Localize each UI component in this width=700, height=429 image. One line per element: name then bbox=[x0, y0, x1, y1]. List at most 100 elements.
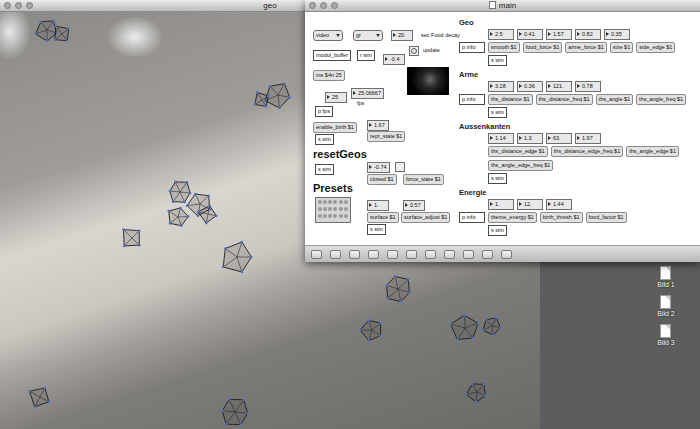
toolbar-button[interactable] bbox=[425, 250, 436, 259]
message-box[interactable]: arme_force $1 bbox=[565, 42, 606, 53]
number-row: 2.50.411.570.820.35 bbox=[488, 29, 695, 40]
toolbar-button[interactable] bbox=[330, 250, 341, 259]
number-box[interactable]: 2.5 bbox=[488, 29, 514, 40]
message-box[interactable]: ths_distance_edge $1 bbox=[488, 146, 548, 157]
message-box[interactable]: food_force $1 bbox=[523, 42, 563, 53]
message-box[interactable]: ths_angle_edge_freq $1 bbox=[488, 160, 553, 171]
toolbar-button[interactable] bbox=[501, 250, 512, 259]
number-box[interactable]: 121. bbox=[546, 81, 572, 92]
number-box[interactable]: -0.4 bbox=[383, 54, 405, 65]
preset-slot[interactable] bbox=[339, 207, 343, 211]
window-button[interactable] bbox=[4, 2, 11, 9]
message-box[interactable]: ths_distance $1 bbox=[488, 94, 533, 105]
number-box[interactable]: 0.82 bbox=[575, 29, 601, 40]
desktop-item[interactable]: Bild 3 bbox=[657, 324, 675, 347]
message-box[interactable]: force_state $1 bbox=[403, 174, 444, 185]
umenu-dropdown[interactable]: gr bbox=[353, 30, 383, 41]
preset-slot[interactable] bbox=[339, 200, 343, 204]
toolbar-button[interactable] bbox=[349, 250, 360, 259]
message-box[interactable]: side_edge $1 bbox=[636, 42, 675, 53]
message-box[interactable]: ths_angle_freq $1 bbox=[636, 94, 686, 105]
number-box[interactable]: 1.14 bbox=[488, 133, 514, 144]
window-button[interactable] bbox=[15, 2, 22, 9]
number-box[interactable]: 63. bbox=[546, 133, 572, 144]
message-box[interactable]: surface $1 bbox=[367, 212, 399, 223]
desktop-item[interactable]: Bild 1 bbox=[657, 266, 675, 289]
message-box[interactable]: ths_angle $1 bbox=[596, 94, 634, 105]
section-title: Arme bbox=[459, 70, 695, 79]
toolbar-button[interactable] bbox=[387, 250, 398, 259]
geo-shape bbox=[221, 398, 249, 426]
geo-shape bbox=[28, 387, 50, 408]
number-box[interactable]: 0.35 bbox=[604, 29, 630, 40]
toggle-box[interactable] bbox=[395, 162, 405, 172]
toolbar-button[interactable] bbox=[482, 250, 493, 259]
preset-slot[interactable] bbox=[344, 207, 348, 211]
number-box[interactable]: 1.57 bbox=[546, 29, 572, 40]
number-box[interactable]: 1.67 bbox=[367, 120, 389, 131]
desktop-icons: Bild 1 Bild 2 Bild 3 bbox=[644, 266, 688, 347]
message-box[interactable]: enable_birth $1 bbox=[313, 122, 357, 133]
umenu-dropdown[interactable]: video bbox=[313, 30, 343, 41]
number-box[interactable]: 25.06667 bbox=[351, 88, 384, 99]
preset-grid[interactable] bbox=[315, 197, 351, 223]
preset-slot[interactable] bbox=[318, 207, 322, 211]
message-box[interactable]: theme_energy $1 bbox=[488, 212, 537, 223]
toolbar-button[interactable] bbox=[406, 250, 417, 259]
preset-slot[interactable] bbox=[339, 214, 343, 218]
preset-slot[interactable] bbox=[323, 214, 327, 218]
preset-slot[interactable] bbox=[318, 214, 322, 218]
number-box[interactable]: 25 bbox=[325, 92, 347, 103]
number-box[interactable]: -0.74 bbox=[367, 162, 390, 173]
preset-slot[interactable] bbox=[333, 200, 337, 204]
number-box[interactable]: 20. bbox=[391, 30, 413, 41]
message-box[interactable]: smooth $1 bbox=[488, 42, 520, 53]
preset-slot[interactable] bbox=[344, 214, 348, 218]
message-box[interactable]: birth_thresh $1 bbox=[540, 212, 583, 223]
preset-slot[interactable] bbox=[328, 207, 332, 211]
toolbar-button[interactable] bbox=[444, 250, 455, 259]
preset-slot[interactable] bbox=[328, 200, 332, 204]
number-box[interactable]: 1. bbox=[488, 199, 514, 210]
message-box[interactable]: closed $1 bbox=[367, 174, 397, 185]
number-box[interactable]: 1.97 bbox=[575, 133, 601, 144]
message-box[interactable]: ths_distance_freq $1 bbox=[536, 94, 593, 105]
number-box[interactable]: 12. bbox=[517, 199, 543, 210]
toolbar-button[interactable] bbox=[368, 250, 379, 259]
preset-slot[interactable] bbox=[318, 200, 322, 204]
desktop-item[interactable]: Bild 2 bbox=[657, 295, 675, 318]
window-button[interactable] bbox=[320, 2, 327, 9]
number-box[interactable]: 1. bbox=[367, 200, 389, 211]
window-button[interactable] bbox=[309, 2, 316, 9]
window-button[interactable] bbox=[26, 2, 33, 9]
toolbar-button[interactable] bbox=[311, 250, 322, 259]
message-box[interactable]: surface_adjust $1 bbox=[401, 212, 450, 223]
number-box[interactable]: 1.3 bbox=[517, 133, 543, 144]
message-box[interactable]: ths_angle_edge $1 bbox=[626, 146, 679, 157]
bang-button[interactable] bbox=[409, 46, 419, 56]
send-row: s sim bbox=[488, 173, 695, 184]
number-box[interactable]: 0.57 bbox=[403, 200, 425, 211]
preset-slot[interactable] bbox=[333, 207, 337, 211]
message-box[interactable]: repr_state $1 bbox=[367, 131, 405, 142]
preset-slot[interactable] bbox=[323, 200, 327, 204]
number-box[interactable]: 0.78 bbox=[575, 81, 601, 92]
patcher-canvas[interactable]: Geop info2.50.411.570.820.35smooth $1foo… bbox=[305, 12, 700, 245]
preset-slot[interactable] bbox=[344, 200, 348, 204]
document-icon bbox=[660, 266, 671, 280]
number-box[interactable]: 1.44 bbox=[546, 199, 572, 210]
window-button[interactable] bbox=[331, 2, 338, 9]
toolbar-button[interactable] bbox=[463, 250, 474, 259]
message-box[interactable]: food_factor $1 bbox=[586, 212, 627, 223]
message-box[interactable]: ms $4n 25 bbox=[313, 70, 345, 81]
toggle-checkbox[interactable] bbox=[395, 162, 405, 172]
preset-slot[interactable] bbox=[333, 214, 337, 218]
message-box[interactable]: ths_distance_edge_freq $1 bbox=[551, 146, 623, 157]
message-box[interactable]: size $1 bbox=[610, 42, 633, 53]
number-box[interactable]: 0.36 bbox=[517, 81, 543, 92]
preset-slot[interactable] bbox=[323, 207, 327, 211]
preset-slot[interactable] bbox=[328, 214, 332, 218]
number-box[interactable]: 0.41 bbox=[517, 29, 543, 40]
main-title-bar[interactable]: main bbox=[305, 0, 700, 12]
number-box[interactable]: 3.28 bbox=[488, 81, 514, 92]
